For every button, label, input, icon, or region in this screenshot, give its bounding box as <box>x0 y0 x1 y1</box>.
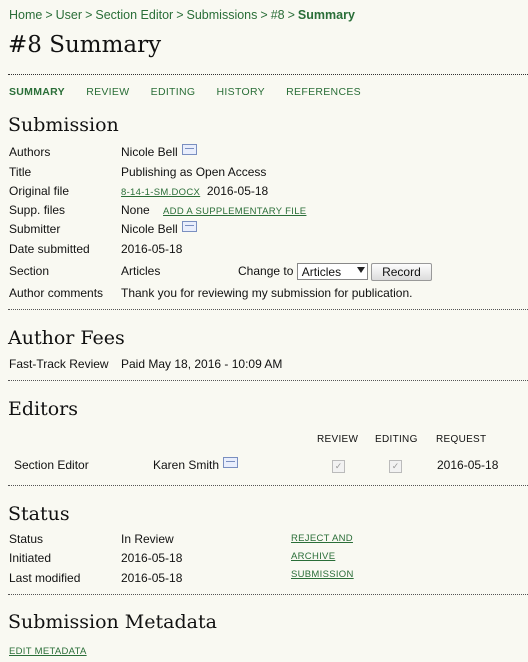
last-modified-value: 2016-05-18 <box>121 571 183 585</box>
status-value: In Review <box>121 532 174 546</box>
breadcrumb-submissions[interactable]: Submissions <box>187 8 258 22</box>
request-date: 2016-05-18 <box>437 458 499 472</box>
tab-review[interactable]: REVIEW <box>86 86 129 98</box>
tab-summary[interactable]: SUMMARY <box>9 86 65 98</box>
col-review: REVIEW <box>317 434 359 445</box>
authors-label: Authors <box>9 145 51 159</box>
breadcrumb-separator: > <box>176 8 184 22</box>
tab-bar: SUMMARY REVIEW EDITING HISTORY REFERENCE… <box>9 86 379 98</box>
divider <box>8 485 528 486</box>
email-icon[interactable] <box>223 457 239 468</box>
breadcrumb-separator: > <box>260 8 268 22</box>
title-label: Title <box>9 165 32 179</box>
author-comments-label: Author comments <box>9 286 104 300</box>
page-title: #8 Summary <box>8 32 162 58</box>
col-editing: EDITING <box>375 434 418 445</box>
breadcrumb-submission-id[interactable]: #8 <box>271 8 285 22</box>
last-modified-label: Last modified <box>9 571 81 585</box>
initiated-label: Initiated <box>9 551 52 565</box>
original-file-date: 2016-05-18 <box>206 184 269 198</box>
section-select-value: Articles <box>301 265 342 280</box>
original-file-link[interactable]: 8-14-1-SM.DOCX <box>121 187 200 198</box>
review-checkbox: ✓ <box>332 460 345 473</box>
original-file-label: Original file <box>9 184 70 198</box>
supp-files-value-wrap: None ADD A SUPPLEMENTARY FILE <box>121 201 306 221</box>
reject-archive-link[interactable]: REJECT AND ARCHIVE SUBMISSION <box>291 530 354 584</box>
submitter-value-wrap: Nicole Bell <box>121 220 197 238</box>
submitter-value: Nicole Bell <box>121 222 178 236</box>
breadcrumb-separator: > <box>85 8 93 22</box>
editor-name-wrap: Karen Smith <box>153 456 239 474</box>
section-label: Section <box>9 264 50 278</box>
submission-heading: Submission <box>8 114 119 136</box>
dropdown-arrow-icon <box>356 267 365 274</box>
breadcrumb-user[interactable]: User <box>56 8 82 22</box>
title-value: Publishing as Open Access <box>121 165 267 179</box>
editor-role: Section Editor <box>14 458 89 472</box>
metadata-heading: Submission Metadata <box>8 611 217 633</box>
authors-value: Nicole Bell <box>121 145 178 159</box>
editing-checkbox: ✓ <box>389 460 402 473</box>
fast-track-value: Paid May 18, 2016 - 10:09 AM <box>121 357 283 371</box>
status-heading: Status <box>8 503 70 525</box>
email-icon[interactable] <box>181 144 197 155</box>
col-request: REQUEST <box>436 434 487 445</box>
author-fees-heading: Author Fees <box>8 327 125 349</box>
supp-files-value: None <box>121 203 150 217</box>
divider <box>8 380 528 381</box>
change-to-label: Change to <box>238 264 294 278</box>
breadcrumb-current[interactable]: Summary <box>298 8 355 22</box>
tab-references[interactable]: REFERENCES <box>286 86 361 98</box>
divider <box>8 309 528 310</box>
editor-name: Karen Smith <box>153 458 220 472</box>
section-select[interactable]: Articles <box>296 263 368 281</box>
tab-editing[interactable]: EDITING <box>151 86 196 98</box>
title-divider <box>8 74 528 75</box>
email-icon[interactable] <box>181 221 197 232</box>
breadcrumb-section-editor[interactable]: Section Editor <box>95 8 173 22</box>
tab-history[interactable]: HISTORY <box>217 86 265 98</box>
breadcrumb-separator: > <box>45 8 53 22</box>
supp-files-label: Supp. files <box>9 203 66 217</box>
breadcrumb-separator: > <box>287 8 295 22</box>
divider <box>8 594 528 595</box>
section-value: Articles <box>121 264 161 278</box>
authors-value-wrap: Nicole Bell <box>121 143 197 161</box>
date-submitted-label: Date submitted <box>9 242 90 256</box>
date-submitted-value: 2016-05-18 <box>121 242 183 256</box>
editors-heading: Editors <box>8 398 79 420</box>
record-button[interactable]: Record <box>371 262 432 281</box>
submitter-label: Submitter <box>9 222 61 236</box>
status-label: Status <box>9 532 44 546</box>
breadcrumb: Home > User > Section Editor > Submissions > #8 >… <box>9 8 355 22</box>
breadcrumb-home[interactable]: Home <box>9 8 42 22</box>
author-comments-value: Thank you for reviewing my submission fo… <box>121 286 413 300</box>
original-file-value: 8-14-1-SM.DOCX 2016-05-18 <box>121 182 268 202</box>
change-section-controls: Change to Articles Record <box>238 262 432 281</box>
edit-metadata-link[interactable]: EDIT METADATA <box>9 643 87 661</box>
initiated-value: 2016-05-18 <box>121 551 183 565</box>
fast-track-label: Fast-Track Review <box>9 357 109 371</box>
add-supplementary-file-link[interactable]: ADD A SUPPLEMENTARY FILE <box>163 206 306 217</box>
